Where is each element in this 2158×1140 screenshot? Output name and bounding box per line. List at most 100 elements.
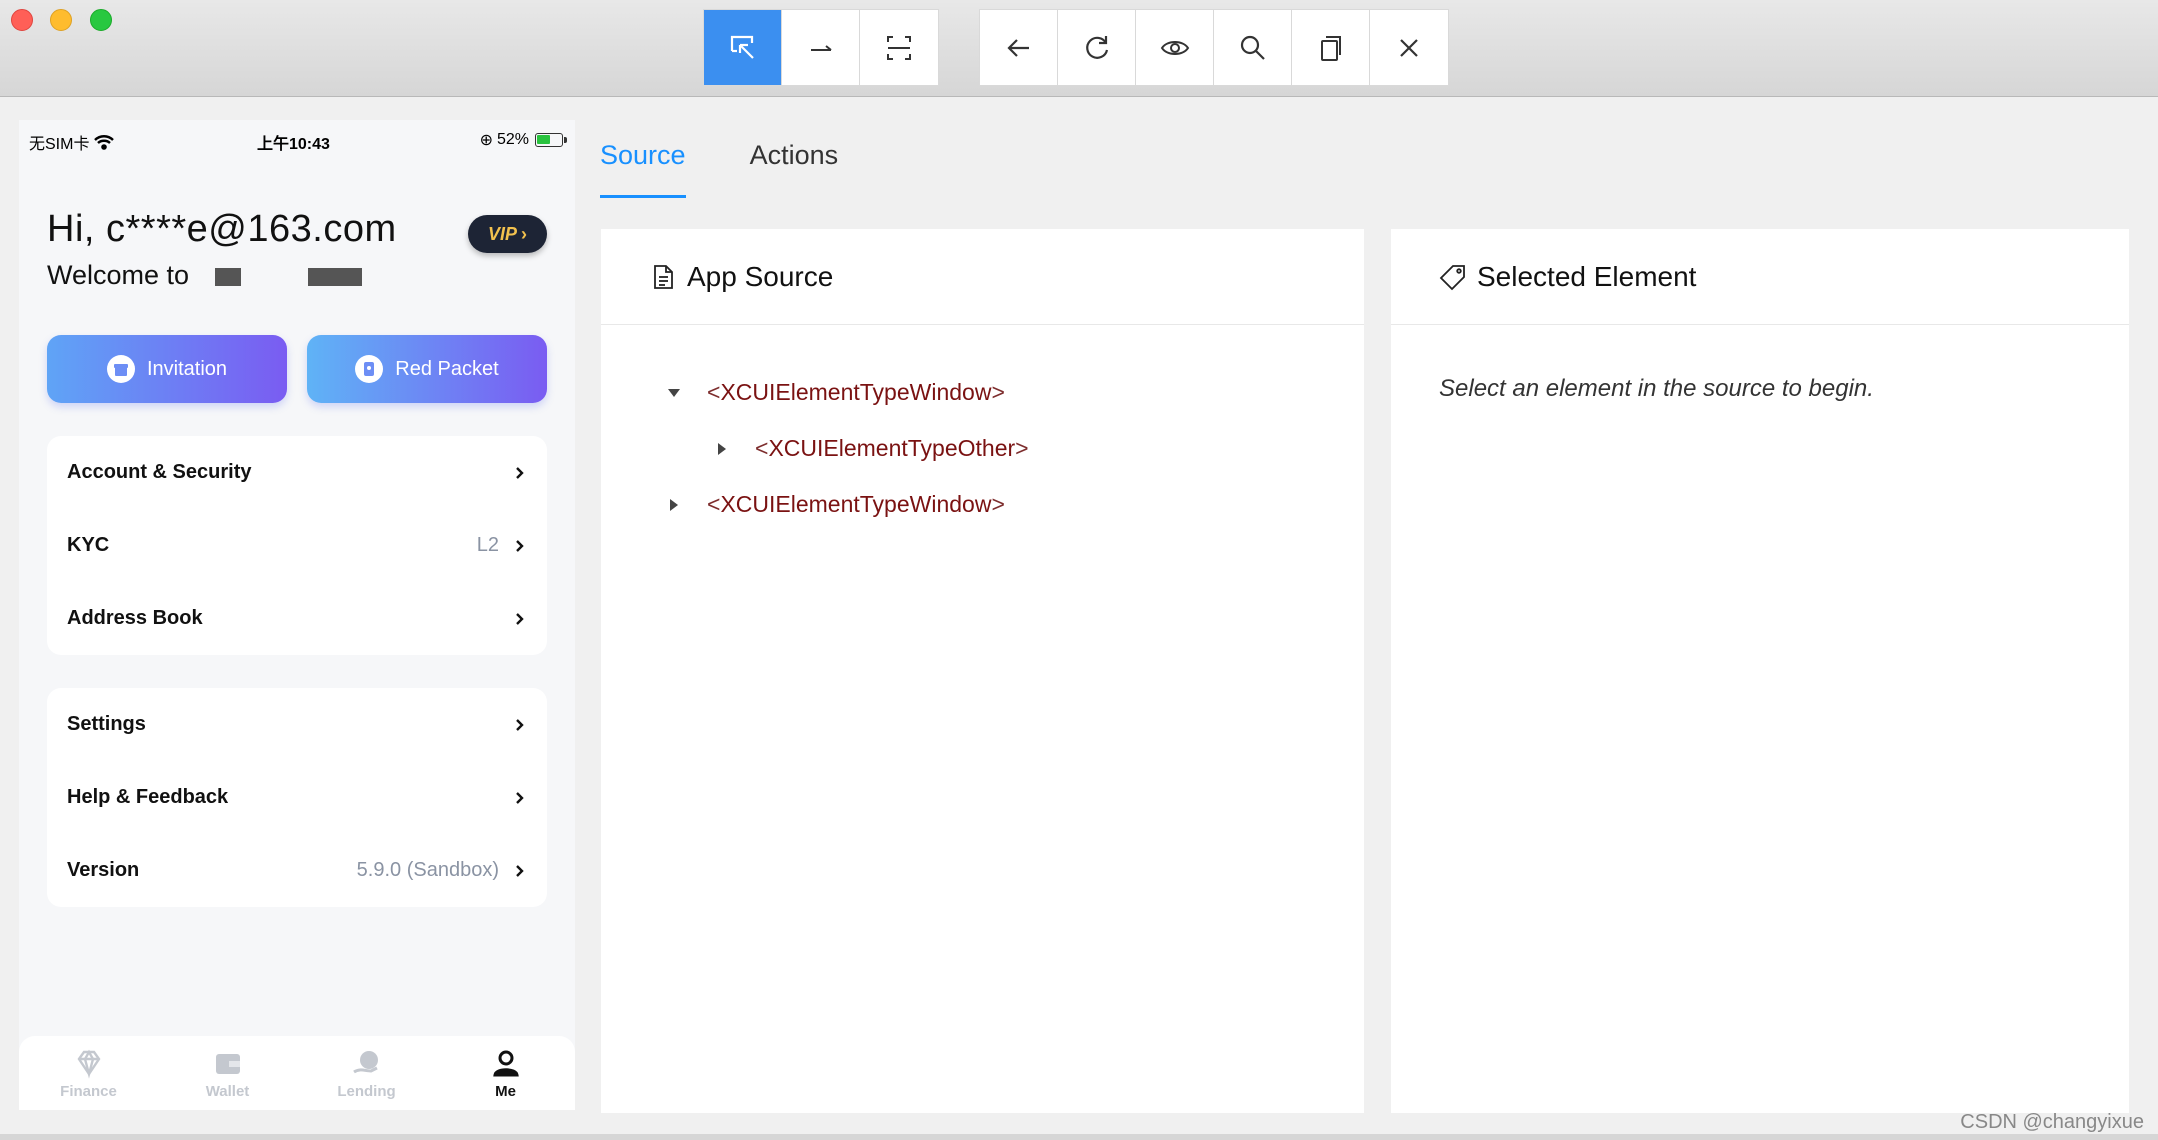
menu-item-label: KYC bbox=[67, 534, 110, 556]
vip-badge[interactable]: VIP › bbox=[468, 215, 547, 253]
selected-element-header: Selected Element bbox=[1391, 229, 2129, 325]
tab-label: Lending bbox=[337, 1082, 396, 1100]
tag-close-bracket: > bbox=[991, 379, 1005, 405]
tag-open-bracket: < bbox=[755, 435, 769, 461]
select-elements-button[interactable] bbox=[704, 10, 782, 85]
caret-right-icon[interactable] bbox=[709, 439, 735, 459]
lending-icon bbox=[352, 1050, 378, 1073]
watermark: CSDN @changyixue bbox=[1960, 1111, 2144, 1133]
copy-icon bbox=[1320, 35, 1341, 61]
carrier-label: 无SIM卡 bbox=[29, 136, 90, 153]
menu-item-label: Settings bbox=[67, 713, 146, 735]
menu-item-label: Version bbox=[67, 859, 140, 881]
menu-item-value: 5.9.0 (Sandbox) bbox=[356, 859, 499, 881]
tab-label: Finance bbox=[60, 1082, 117, 1100]
menu-item-settings[interactable]: Settings bbox=[47, 688, 547, 761]
tag-icon bbox=[1439, 264, 1465, 290]
wifi-icon bbox=[94, 135, 115, 150]
tree-node[interactable]: < XCUIElementTypeWindow > bbox=[661, 491, 1005, 518]
copy-xml-button[interactable] bbox=[1292, 10, 1370, 85]
tag-close-bracket: > bbox=[1015, 435, 1029, 461]
welcome-label: Welcome to bbox=[47, 260, 190, 290]
device-screenshot[interactable]: 无SIM卡 上午10:43 ⊕ 52% Hi, c****e@163.com W… bbox=[19, 120, 575, 1110]
redacted-block bbox=[308, 267, 363, 286]
invitation-label: Invitation bbox=[146, 357, 228, 380]
chevron-right-icon bbox=[516, 612, 524, 625]
tab-label: Wallet bbox=[205, 1082, 250, 1100]
window-maximize-button[interactable] bbox=[90, 9, 112, 31]
tab-label: Me bbox=[495, 1082, 516, 1100]
tag-open-bracket: < bbox=[707, 379, 721, 405]
tab-finance[interactable]: Finance bbox=[19, 1036, 158, 1110]
menu-item-label: Address Book bbox=[67, 607, 203, 629]
tree-node[interactable]: < XCUIElementTypeOther > bbox=[709, 435, 1029, 462]
select-elements-icon bbox=[730, 35, 754, 59]
menu-item-label: Account & Security bbox=[67, 461, 252, 483]
back-icon bbox=[1006, 38, 1029, 57]
status-time: 上午10:43 bbox=[257, 136, 330, 153]
empty-selection-hint: Select an element in the source to begin… bbox=[1439, 375, 1874, 402]
tab-source[interactable]: Source bbox=[600, 140, 686, 198]
tap-coordinates-icon bbox=[887, 35, 911, 60]
eye-icon bbox=[1160, 40, 1189, 55]
diamond-icon bbox=[77, 1049, 100, 1079]
battery-percent: 52% bbox=[496, 131, 529, 148]
panel-title: Selected Element bbox=[1477, 260, 1697, 292]
status-bar: 无SIM卡 上午10:43 ⊕ 52% bbox=[19, 120, 575, 156]
quit-session-button[interactable] bbox=[1370, 10, 1448, 85]
red-packet-label: Red Packet bbox=[395, 357, 499, 380]
tag-close-bracket: > bbox=[991, 491, 1005, 517]
chevron-right-icon bbox=[516, 718, 524, 731]
chevron-right-icon bbox=[516, 539, 524, 552]
window-minimize-button[interactable] bbox=[50, 9, 72, 31]
menu-item-help-feedback[interactable]: Help & Feedback bbox=[47, 761, 547, 834]
gift-icon bbox=[106, 355, 135, 383]
battery-icon bbox=[535, 133, 567, 147]
orientation-lock-icon: ⊕ bbox=[479, 132, 493, 149]
vip-label: VIP bbox=[487, 223, 517, 244]
menu-item-account-security[interactable]: Account & Security bbox=[47, 436, 547, 509]
back-button[interactable] bbox=[980, 10, 1058, 85]
window-titlebar bbox=[0, 0, 2158, 97]
action-toolbar bbox=[979, 9, 1449, 86]
tab-wallet[interactable]: Wallet bbox=[158, 1036, 297, 1110]
show-attributes-button[interactable] bbox=[1136, 10, 1214, 85]
menu-item-kyc[interactable]: KYC L2 bbox=[47, 509, 547, 582]
tab-actions[interactable]: Actions bbox=[750, 140, 839, 198]
search-icon bbox=[1240, 35, 1265, 60]
caret-right-icon[interactable] bbox=[661, 495, 687, 515]
swipe-button[interactable] bbox=[782, 10, 860, 85]
window-close-button[interactable] bbox=[11, 9, 33, 31]
user-greeting: Hi, c****e@163.com bbox=[47, 208, 397, 250]
tap-coordinates-button[interactable] bbox=[860, 10, 938, 85]
menu-item-address-book[interactable]: Address Book bbox=[47, 582, 547, 655]
refresh-button[interactable] bbox=[1058, 10, 1136, 85]
selected-element-panel: Selected Element Select an element in th… bbox=[1391, 229, 2129, 1113]
menu-item-version[interactable]: Version 5.9.0 (Sandbox) bbox=[47, 834, 547, 907]
user-icon bbox=[492, 1050, 519, 1076]
window-bottom-edge bbox=[0, 1134, 2158, 1140]
search-button[interactable] bbox=[1214, 10, 1292, 85]
tree-node[interactable]: < XCUIElementTypeWindow > bbox=[661, 379, 1005, 406]
tab-lending[interactable]: Lending bbox=[297, 1036, 436, 1110]
caret-down-icon[interactable] bbox=[661, 383, 687, 403]
close-icon bbox=[1400, 38, 1418, 57]
inspector-tabs: Source Actions bbox=[600, 140, 838, 198]
tree-node-tag: XCUIElementTypeOther bbox=[768, 435, 1016, 461]
settings-menu-card: Settings Help & Feedback Version 5.9.0 (… bbox=[47, 688, 547, 907]
chevron-right-icon bbox=[516, 791, 524, 804]
chevron-right-icon: › bbox=[521, 223, 527, 244]
red-packet-icon bbox=[355, 355, 384, 383]
tab-me[interactable]: Me bbox=[436, 1036, 575, 1110]
panel-title: App Source bbox=[687, 260, 834, 292]
refresh-icon bbox=[1085, 35, 1108, 59]
red-packet-button[interactable]: Red Packet bbox=[307, 335, 547, 403]
menu-item-value: L2 bbox=[476, 534, 499, 556]
tree-node-tag: XCUIElementTypeWindow bbox=[720, 379, 992, 405]
tag-open-bracket: < bbox=[707, 491, 721, 517]
tree-node-tag: XCUIElementTypeWindow bbox=[720, 491, 992, 517]
chevron-right-icon bbox=[516, 864, 524, 877]
account-menu-card: Account & Security KYC L2 Address Book bbox=[47, 436, 547, 655]
invitation-button[interactable]: Invitation bbox=[47, 335, 287, 403]
welcome-line: Welcome to bbox=[47, 260, 363, 291]
